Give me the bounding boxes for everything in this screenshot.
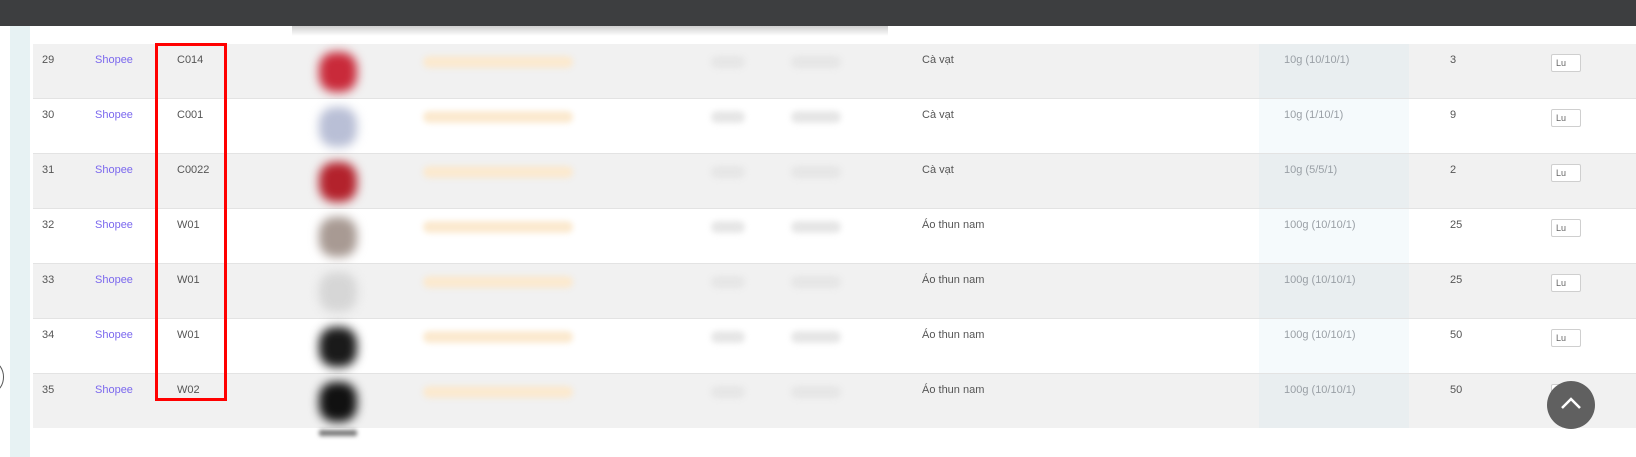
- weight-column-band: [1259, 319, 1409, 373]
- table-row: 31 Shopee C0022 Cà vạt 10g (5/5/1) 2 Lu: [33, 154, 1636, 209]
- weight-dimensions: 100g (10/10/1): [1284, 384, 1356, 396]
- weight-column-band: [1259, 374, 1409, 428]
- weight-dimensions: 10g (1/10/1): [1284, 109, 1344, 121]
- left-rail: [10, 26, 30, 457]
- shop-link[interactable]: Shopee: [95, 164, 133, 176]
- scroll-to-top-button[interactable]: [1547, 381, 1595, 429]
- weight-dimensions: 10g (5/5/1): [1284, 164, 1338, 176]
- row-index: 32: [42, 219, 55, 231]
- blurred-value: [711, 331, 745, 343]
- product-thumbnail: [319, 382, 357, 422]
- weight-dimensions: 100g (10/10/1): [1284, 219, 1356, 231]
- category: Áo thun nam: [922, 219, 985, 231]
- quantity: 25: [1450, 219, 1463, 231]
- table-row: 29 Shopee C014 Cà vạt 10g (10/10/1) 3 Lu: [33, 44, 1636, 99]
- product-thumbnail: [319, 272, 357, 312]
- blurred-value: [711, 111, 745, 123]
- blurred-value: [791, 166, 841, 178]
- row-index: 31: [42, 164, 55, 176]
- shop-link[interactable]: Shopee: [95, 219, 133, 231]
- blurred-value: [791, 111, 841, 123]
- row-action-button[interactable]: Lu: [1551, 219, 1581, 237]
- shop-link[interactable]: Shopee: [95, 54, 133, 66]
- quantity: 2: [1450, 164, 1457, 176]
- category: Áo thun nam: [922, 329, 985, 341]
- blurred-product-name: [423, 276, 573, 288]
- blurred-value: [791, 276, 841, 288]
- blurred-value: [791, 221, 841, 233]
- shop-link[interactable]: Shopee: [95, 384, 133, 396]
- blurred-product-name: [423, 386, 573, 398]
- blurred-product-name: [423, 56, 573, 68]
- weight-dimensions: 10g (10/10/1): [1284, 54, 1350, 66]
- weight-column-band: [1259, 154, 1409, 208]
- shop-link[interactable]: Shopee: [95, 274, 133, 286]
- quantity: 9: [1450, 109, 1457, 121]
- blurred-value: [711, 221, 745, 233]
- weight-dimensions: 100g (10/10/1): [1284, 274, 1356, 286]
- weight-dimensions: 100g (10/10/1): [1284, 329, 1356, 341]
- product-thumbnail: [319, 162, 357, 202]
- row-index: 35: [42, 384, 55, 396]
- blurred-product-name: [423, 221, 573, 233]
- product-thumbnail: [319, 217, 357, 257]
- sku-column-highlight: [155, 43, 227, 401]
- category: Cà vạt: [922, 54, 954, 66]
- row-action-button[interactable]: Lu: [1551, 54, 1581, 72]
- blurred-product-name: [423, 331, 573, 343]
- blur-shadow: [292, 26, 888, 36]
- row-action-button[interactable]: Lu: [1551, 274, 1581, 292]
- weight-column-band: [1259, 44, 1409, 98]
- row-index: 30: [42, 109, 55, 121]
- product-thumbnail: [319, 430, 357, 436]
- blurred-value: [791, 56, 841, 68]
- shop-link[interactable]: Shopee: [95, 329, 133, 341]
- row-index: 34: [42, 329, 55, 341]
- next-row-partial: [33, 428, 1636, 457]
- category: Cà vạt: [922, 109, 954, 121]
- product-thumbnail: [319, 327, 357, 367]
- product-thumbnail: [319, 52, 357, 92]
- table-row: 34 Shopee W01 Áo thun nam 100g (10/10/1)…: [33, 319, 1636, 374]
- blurred-value: [791, 331, 841, 343]
- quantity: 3: [1450, 54, 1457, 66]
- quantity: 25: [1450, 274, 1463, 286]
- table-row: 32 Shopee W01 Áo thun nam 100g (10/10/1)…: [33, 209, 1636, 264]
- weight-column-band: [1259, 99, 1409, 153]
- weight-column-band: [1259, 209, 1409, 263]
- blurred-product-name: [423, 166, 573, 178]
- blurred-product-name: [423, 111, 573, 123]
- blurred-value: [791, 386, 841, 398]
- category: Cà vạt: [922, 164, 954, 176]
- weight-column-band: [1259, 264, 1409, 318]
- chevron-up-icon: [1561, 397, 1581, 409]
- table-row: 30 Shopee C001 Cà vạt 10g (1/10/1) 9 Lu: [33, 99, 1636, 154]
- product-thumbnail: [319, 107, 357, 147]
- blurred-value: [711, 56, 745, 68]
- orders-table: 29 Shopee C014 Cà vạt 10g (10/10/1) 3 Lu…: [33, 44, 1636, 429]
- quantity: 50: [1450, 329, 1463, 341]
- row-action-button[interactable]: Lu: [1551, 164, 1581, 182]
- blurred-value: [711, 386, 745, 398]
- top-bar: [0, 0, 1636, 26]
- side-control[interactable]: [0, 362, 4, 392]
- row-action-button[interactable]: Lu: [1551, 109, 1581, 127]
- category: Áo thun nam: [922, 384, 985, 396]
- category: Áo thun nam: [922, 274, 985, 286]
- blurred-value: [711, 276, 745, 288]
- blurred-value: [711, 166, 745, 178]
- row-index: 33: [42, 274, 55, 286]
- quantity: 50: [1450, 384, 1463, 396]
- table-row: 35 Shopee W02 Áo thun nam 100g (10/10/1)…: [33, 374, 1636, 429]
- row-action-button[interactable]: Lu: [1551, 329, 1581, 347]
- row-index: 29: [42, 54, 55, 66]
- table-row: 33 Shopee W01 Áo thun nam 100g (10/10/1)…: [33, 264, 1636, 319]
- shop-link[interactable]: Shopee: [95, 109, 133, 121]
